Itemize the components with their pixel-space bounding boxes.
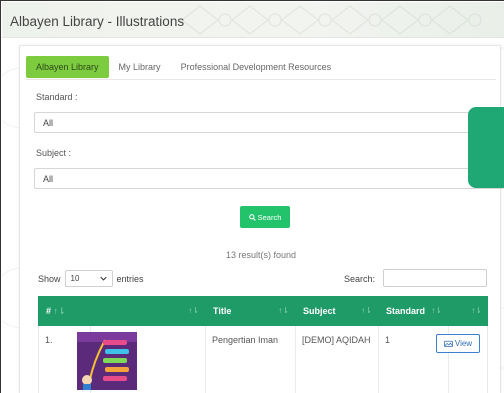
column-header-number[interactable]: # ↑⇂ [38, 296, 90, 326]
sort-icon: ↑⇂ [361, 306, 372, 315]
tab-bar: Albayen Library My Library Professional … [26, 56, 341, 78]
search-button-label: Search [257, 212, 282, 222]
page-length-select[interactable]: 10 [64, 270, 113, 287]
table-search-input[interactable] [383, 269, 487, 287]
column-header-subject[interactable]: Subject ↑⇂ [295, 296, 378, 326]
sort-icon: ↑⇂ [53, 306, 66, 316]
table-header: # ↑⇂ ↑⇂ Title ↑⇂ Subject ↑⇂ Standard ↑⇂ [38, 296, 488, 326]
page-length-control: Show 10 entries [38, 270, 144, 287]
title-bar: Albayen Library - Illustrations [2, 2, 504, 38]
standard-select[interactable]: All [34, 112, 504, 133]
subject-select[interactable]: All [34, 168, 504, 189]
cell-subject: [DEMO] AQIDAH [296, 326, 379, 393]
page-length-value: 10 [70, 274, 80, 283]
table-search-label: Search: [344, 274, 376, 284]
sort-icon: ↑⇂ [431, 306, 442, 315]
side-popup-tab[interactable] [468, 107, 504, 188]
view-button[interactable]: View [436, 334, 480, 353]
cell-title: Pengertian Iman [206, 326, 296, 393]
view-button-label: View [454, 339, 473, 348]
sort-icon: ↑⇂ [278, 306, 289, 315]
illustration-thumbnail[interactable] [77, 332, 137, 390]
column-header-image[interactable]: ↑⇂ [90, 296, 205, 326]
app-window: Albayen Library - Illustrations Albayen … [0, 0, 504, 393]
column-header-title[interactable]: Title ↑⇂ [205, 296, 295, 326]
standard-label: Standard : [36, 92, 78, 102]
entries-label: entries [116, 273, 144, 284]
show-label: Show [38, 273, 61, 284]
results-count: 13 result(s) found [225, 250, 297, 260]
tab-my-library[interactable]: My Library [109, 56, 171, 78]
tab-albayen-library[interactable]: Albayen Library [26, 56, 109, 78]
view-icon [443, 340, 453, 347]
column-header-action[interactable]: ↑⇂ [448, 296, 488, 326]
search-button[interactable]: Search [240, 206, 290, 228]
tab-divider [26, 79, 496, 80]
sort-icon: ↑⇂ [471, 306, 482, 315]
library-panel: Albayen Library My Library Professional … [19, 45, 504, 393]
search-icon [248, 213, 256, 221]
page-title: Albayen Library - Illustrations [10, 14, 185, 29]
sort-icon: ↑⇂ [188, 306, 199, 315]
subject-label: Subject : [36, 148, 72, 158]
decorative-pattern [181, 5, 482, 35]
column-header-standard[interactable]: Standard ↑⇂ [378, 296, 448, 326]
tab-professional-development[interactable]: Professional Development Resources [171, 56, 342, 78]
chevron-down-icon [99, 276, 107, 281]
